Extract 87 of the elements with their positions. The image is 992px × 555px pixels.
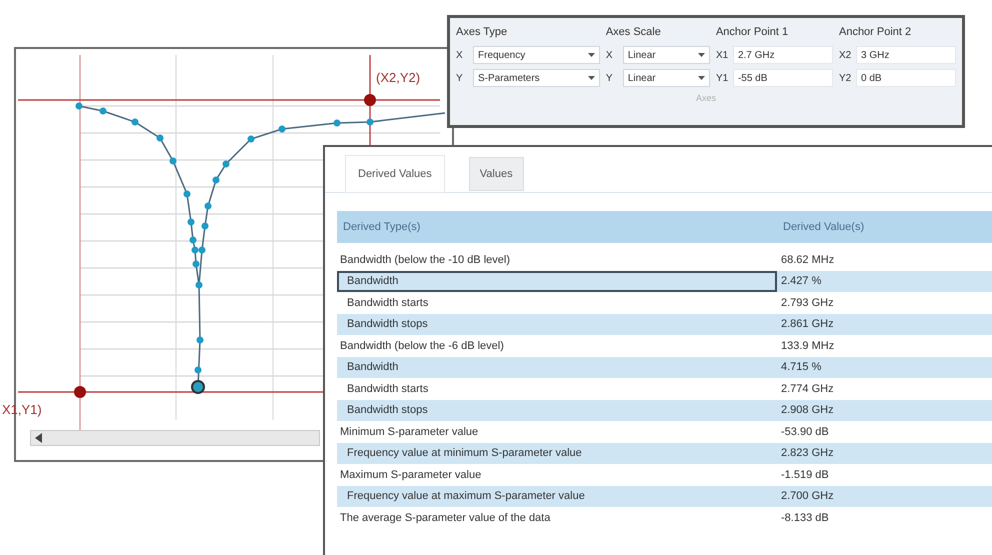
input-field[interactable]: 2.7 GHz (732, 46, 833, 64)
dropdown[interactable]: S-Parameters (473, 69, 600, 87)
data-point (100, 108, 106, 114)
data-point (190, 236, 196, 244)
data-point (196, 282, 202, 288)
table-cell-text: 2.861 GHz (780, 317, 834, 332)
table-row[interactable]: Bandwidth stops 2.908 GHz (337, 400, 992, 421)
field-label: Y (606, 72, 614, 86)
caret-icon (588, 76, 595, 80)
data-point (194, 366, 202, 374)
dropdown[interactable]: Linear (622, 69, 710, 87)
table-cell-text: 2.908 GHz (780, 403, 834, 418)
selected-point-marker[interactable] (191, 380, 205, 394)
table-row[interactable]: Frequency value at minimum S-parameter value 2.823 GHz (337, 442, 992, 464)
column-header[interactable]: Derived Type(s) (337, 218, 777, 236)
table-cell-text: 2.793 GHz (780, 296, 834, 310)
data-point (278, 126, 286, 132)
data-point (188, 218, 194, 226)
caret-icon (698, 53, 705, 57)
group-title: Anchor Point 2 (838, 25, 912, 40)
table-cell-text: 2.823 GHz (780, 446, 834, 461)
data-point (248, 136, 254, 142)
dropdown[interactable]: Frequency (473, 46, 600, 64)
field-label: X (606, 48, 614, 62)
data-point (192, 260, 200, 268)
scroll-left-icon[interactable] (35, 433, 43, 443)
field-label: Y (456, 72, 464, 86)
input-field[interactable]: 0 dB (856, 69, 956, 87)
table-cell-text: Bandwidth (below the -6 dB level) (339, 338, 505, 354)
tab[interactable]: Derived Values (345, 155, 445, 193)
table-cell-text: Frequency value at maximum S-parameter value (346, 489, 586, 504)
anchor-point-marker[interactable] (74, 386, 86, 398)
data-point (132, 118, 138, 126)
data-point (366, 118, 374, 126)
data-point (204, 202, 212, 210)
anchor-label: (X2,Y2) (376, 69, 420, 87)
table-cell-text: Bandwidth stops (346, 317, 429, 332)
caret-icon (588, 53, 595, 57)
group-title: Axes Scale (606, 25, 662, 40)
table-cell-text: 2.427 % (780, 274, 822, 289)
field-label: X2 (838, 48, 852, 62)
field-label: X (456, 48, 464, 62)
table-cell-text: 2.774 GHz (780, 382, 834, 396)
table-row[interactable]: Frequency value at maximum S-parameter value 2.700 GHz (337, 486, 992, 507)
table-cell-text: 133.9 MHz (780, 338, 834, 354)
field-label: X1 (716, 48, 729, 62)
table-cell: Bandwidth (337, 270, 777, 292)
data-point (156, 134, 164, 142)
table-cell-text: Bandwidth (below the -10 dB level) (339, 252, 511, 268)
table-cell-text: Minimum S-parameter value (339, 424, 480, 440)
table-cell-text: -53.90 dB (780, 424, 829, 440)
table-cell-text: -1.519 dB (780, 468, 829, 482)
caret-icon (698, 76, 705, 80)
table-cell-text: 2.700 GHz (780, 489, 834, 504)
group-caption: Axes (696, 92, 716, 105)
data-point (334, 120, 340, 126)
data-point (76, 102, 82, 110)
table-cell-text: 4.715 % (780, 360, 822, 375)
field-label: Y2 (838, 72, 852, 86)
horizontal-scrollbar[interactable] (30, 430, 320, 446)
column-header[interactable]: Derived Value(s) (777, 218, 864, 236)
table-cell-text: Bandwidth stops (346, 403, 429, 418)
data-point (184, 190, 190, 198)
tab[interactable]: Values (468, 157, 524, 191)
table-cell-text: Bandwidth (346, 360, 400, 375)
data-point (212, 176, 220, 184)
table-row[interactable]: Bandwidth stops 2.861 GHz (337, 314, 992, 335)
group-title: Axes Type (456, 25, 508, 40)
data-point (202, 222, 208, 230)
table-cell-text: Maximum S-parameter value (339, 468, 482, 482)
table-row[interactable]: Bandwidth 2.427 % (337, 270, 992, 292)
table-row[interactable]: Bandwidth 4.715 % (337, 356, 992, 378)
input-field[interactable]: 3 GHz (856, 46, 956, 64)
table-cell-text: -8.133 dB (780, 510, 829, 526)
field-label: Y1 (716, 72, 729, 86)
data-point (222, 160, 230, 168)
input-field[interactable]: -55 dB (732, 69, 833, 87)
data-point (170, 158, 176, 164)
anchor-point-marker[interactable] (364, 94, 376, 106)
group-title: Anchor Point 1 (716, 25, 790, 40)
dropdown[interactable]: Linear (622, 46, 710, 64)
data-point (196, 336, 204, 344)
table-cell-text: Frequency value at minimum S-parameter value (346, 446, 583, 461)
table-cell-text: Bandwidth starts (346, 382, 430, 396)
table-cell-text: 68.62 MHz (780, 252, 834, 268)
table-cell-text: Bandwidth starts (346, 296, 430, 310)
table-cell-text: The average S-parameter value of the data (339, 510, 552, 526)
